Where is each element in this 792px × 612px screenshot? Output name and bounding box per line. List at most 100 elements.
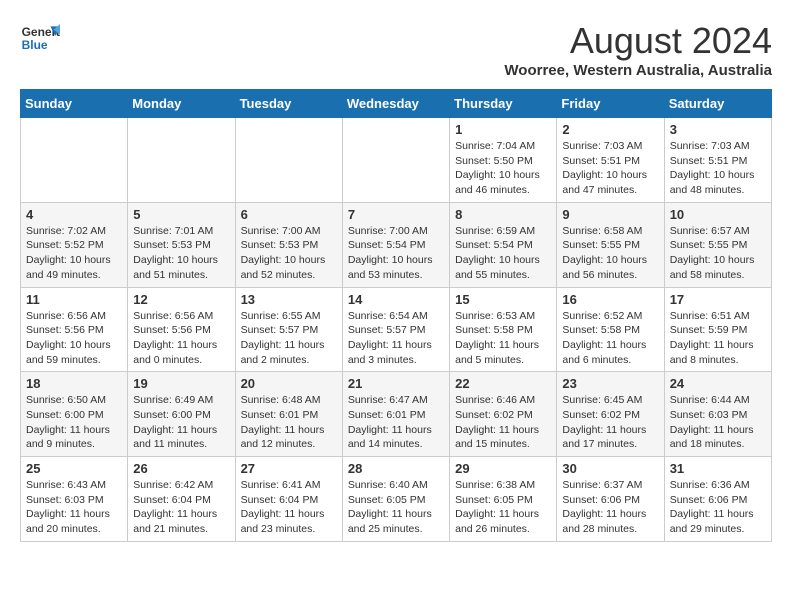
day-cell: 10Sunrise: 6:57 AMSunset: 5:55 PMDayligh… [664,202,771,287]
day-number: 21 [348,376,444,391]
calendar-header: SundayMondayTuesdayWednesdayThursdayFrid… [21,90,772,118]
day-number: 30 [562,461,658,476]
day-cell: 30 Sunrise: 6:37 AMSunset: 6:06 PMDayligh… [557,457,664,542]
day-number: 15 [455,292,551,307]
day-cell: 21 Sunrise: 6:47 AMSunset: 6:01 PMDayligh… [342,372,449,457]
day-detail: Sunrise: 6:41 AMSunset: 6:04 PMDaylight:… [241,478,337,537]
day-cell [342,118,449,203]
day-detail: Sunrise: 7:00 AMSunset: 5:54 PMDaylight:… [348,224,444,283]
day-detail: Sunrise: 6:57 AMSunset: 5:55 PMDaylight:… [670,224,766,283]
day-cell: 7 Sunrise: 7:00 AMSunset: 5:54 PMDaylight… [342,202,449,287]
day-number: 1 [455,122,551,137]
day-number: 13 [241,292,337,307]
day-cell: 1 Sunrise: 7:04 AMSunset: 5:50 PMDaylight… [450,118,557,203]
day-number: 2 [562,122,658,137]
day-number: 24 [670,376,766,391]
day-number: 4 [26,207,122,222]
day-cell: 25Sunrise: 6:43 AMSunset: 6:03 PMDayligh… [21,457,128,542]
logo-icon: General Blue [20,20,60,60]
calendar-body: 1 Sunrise: 7:04 AMSunset: 5:50 PMDaylight… [21,118,772,542]
day-detail: Sunrise: 7:01 AMSunset: 5:53 PMDaylight:… [133,224,229,283]
day-detail: Sunrise: 7:02 AMSunset: 5:52 PMDaylight:… [26,224,122,283]
day-number: 8 [455,207,551,222]
month-title: August 2024 [504,20,772,62]
day-number: 12 [133,292,229,307]
calendar-table: SundayMondayTuesdayWednesdayThursdayFrid… [20,89,772,542]
day-cell: 29Sunrise: 6:38 AMSunset: 6:05 PMDayligh… [450,457,557,542]
header-tuesday: Tuesday [235,90,342,118]
day-number: 9 [562,207,658,222]
day-detail: Sunrise: 7:04 AMSunset: 5:50 PMDaylight:… [455,139,551,198]
day-detail: Sunrise: 6:45 AMSunset: 6:02 PMDaylight:… [562,393,658,452]
day-number: 11 [26,292,122,307]
day-cell: 6 Sunrise: 7:00 AMSunset: 5:53 PMDaylight… [235,202,342,287]
day-detail: Sunrise: 6:50 AMSunset: 6:00 PMDaylight:… [26,393,122,452]
day-cell: 8 Sunrise: 6:59 AMSunset: 5:54 PMDaylight… [450,202,557,287]
header-sunday: Sunday [21,90,128,118]
day-detail: Sunrise: 6:47 AMSunset: 6:01 PMDaylight:… [348,393,444,452]
day-cell: 16Sunrise: 6:52 AMSunset: 5:58 PMDayligh… [557,287,664,372]
day-cell: 12Sunrise: 6:56 AMSunset: 5:56 PMDayligh… [128,287,235,372]
day-detail: Sunrise: 6:49 AMSunset: 6:00 PMDaylight:… [133,393,229,452]
day-cell: 27 Sunrise: 6:41 AMSunset: 6:04 PMDayligh… [235,457,342,542]
day-number: 18 [26,376,122,391]
day-cell: 22Sunrise: 6:46 AMSunset: 6:02 PMDayligh… [450,372,557,457]
day-number: 25 [26,461,122,476]
day-detail: Sunrise: 6:46 AMSunset: 6:02 PMDaylight:… [455,393,551,452]
day-number: 28 [348,461,444,476]
day-detail: Sunrise: 7:00 AMSunset: 5:53 PMDaylight:… [241,224,337,283]
day-number: 7 [348,207,444,222]
week-row-0: 1 Sunrise: 7:04 AMSunset: 5:50 PMDaylight… [21,118,772,203]
day-cell: 4 Sunrise: 7:02 AMSunset: 5:52 PMDaylight… [21,202,128,287]
header-row: SundayMondayTuesdayWednesdayThursdayFrid… [21,90,772,118]
day-cell: 2 Sunrise: 7:03 AMSunset: 5:51 PMDaylight… [557,118,664,203]
week-row-4: 25Sunrise: 6:43 AMSunset: 6:03 PMDayligh… [21,457,772,542]
day-cell: 11 Sunrise: 6:56 AMSunset: 5:56 PMDayligh… [21,287,128,372]
day-detail: Sunrise: 6:51 AMSunset: 5:59 PMDaylight:… [670,309,766,368]
day-number: 5 [133,207,229,222]
day-detail: Sunrise: 6:53 AMSunset: 5:58 PMDaylight:… [455,309,551,368]
day-detail: Sunrise: 6:58 AMSunset: 5:55 PMDaylight:… [562,224,658,283]
day-cell: 28 Sunrise: 6:40 AMSunset: 6:05 PMDayligh… [342,457,449,542]
day-detail: Sunrise: 6:37 AMSunset: 6:06 PMDaylight:… [562,478,658,537]
week-row-3: 18 Sunrise: 6:50 AMSunset: 6:00 PMDayligh… [21,372,772,457]
title-block: August 2024 Woorree, Western Australia, … [504,20,772,79]
day-detail: Sunrise: 6:59 AMSunset: 5:54 PMDaylight:… [455,224,551,283]
day-cell: 5 Sunrise: 7:01 AMSunset: 5:53 PMDaylight… [128,202,235,287]
day-detail: Sunrise: 6:42 AMSunset: 6:04 PMDaylight:… [133,478,229,537]
day-number: 3 [670,122,766,137]
week-row-1: 4 Sunrise: 7:02 AMSunset: 5:52 PMDaylight… [21,202,772,287]
day-number: 17 [670,292,766,307]
day-cell: 20Sunrise: 6:48 AMSunset: 6:01 PMDayligh… [235,372,342,457]
day-detail: Sunrise: 6:36 AMSunset: 6:06 PMDaylight:… [670,478,766,537]
day-detail: Sunrise: 6:40 AMSunset: 6:05 PMDaylight:… [348,478,444,537]
day-cell: 26 Sunrise: 6:42 AMSunset: 6:04 PMDayligh… [128,457,235,542]
day-number: 6 [241,207,337,222]
header-friday: Friday [557,90,664,118]
day-cell: 18 Sunrise: 6:50 AMSunset: 6:00 PMDayligh… [21,372,128,457]
page-header: General Blue August 2024 Woorree, Wester… [20,20,772,79]
day-number: 27 [241,461,337,476]
day-detail: Sunrise: 6:52 AMSunset: 5:58 PMDaylight:… [562,309,658,368]
day-cell: 19Sunrise: 6:49 AMSunset: 6:00 PMDayligh… [128,372,235,457]
day-cell: 14Sunrise: 6:54 AMSunset: 5:57 PMDayligh… [342,287,449,372]
day-detail: Sunrise: 7:03 AMSunset: 5:51 PMDaylight:… [562,139,658,198]
day-detail: Sunrise: 6:55 AMSunset: 5:57 PMDaylight:… [241,309,337,368]
day-number: 26 [133,461,229,476]
header-wednesday: Wednesday [342,90,449,118]
day-number: 23 [562,376,658,391]
day-number: 29 [455,461,551,476]
day-detail: Sunrise: 6:54 AMSunset: 5:57 PMDaylight:… [348,309,444,368]
day-cell: 15 Sunrise: 6:53 AMSunset: 5:58 PMDayligh… [450,287,557,372]
day-cell: 17 Sunrise: 6:51 AMSunset: 5:59 PMDayligh… [664,287,771,372]
day-detail: Sunrise: 6:44 AMSunset: 6:03 PMDaylight:… [670,393,766,452]
header-thursday: Thursday [450,90,557,118]
day-detail: Sunrise: 6:56 AMSunset: 5:56 PMDaylight:… [26,309,122,368]
day-cell: 3 Sunrise: 7:03 AMSunset: 5:51 PMDaylight… [664,118,771,203]
header-saturday: Saturday [664,90,771,118]
day-detail: Sunrise: 6:48 AMSunset: 6:01 PMDaylight:… [241,393,337,452]
day-detail: Sunrise: 7:03 AMSunset: 5:51 PMDaylight:… [670,139,766,198]
day-cell [128,118,235,203]
logo: General Blue [20,20,60,60]
day-number: 31 [670,461,766,476]
